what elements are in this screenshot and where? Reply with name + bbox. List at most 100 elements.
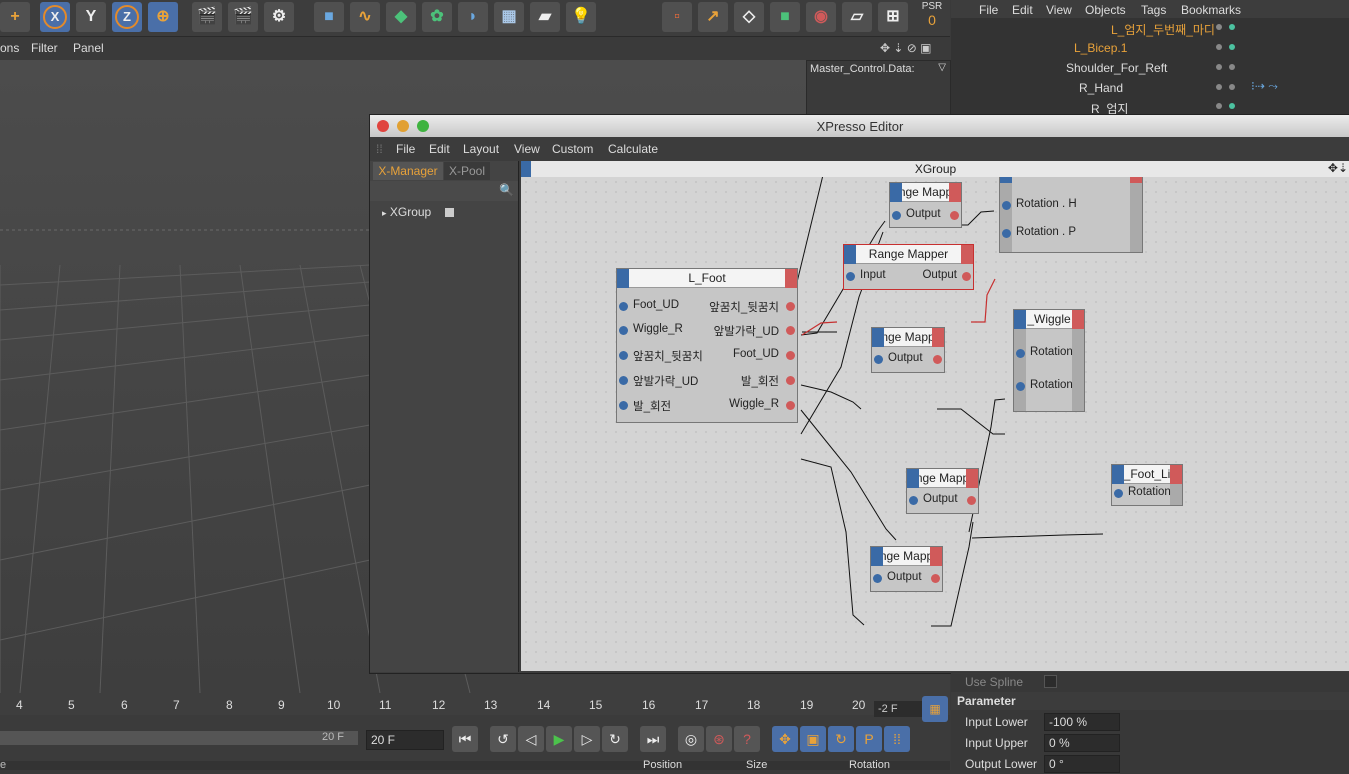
cube-icon[interactable]: ■: [314, 2, 344, 32]
render-dot[interactable]: [1229, 64, 1235, 70]
move-tool-icon[interactable]: +: [0, 2, 30, 32]
obj-menu-file[interactable]: File: [979, 3, 998, 17]
axis-z-button[interactable]: Z: [112, 2, 142, 32]
node-wiggle[interactable]: _Wiggle Rotation Rotation: [1013, 309, 1085, 412]
object-row[interactable]: R_Hand ⁝⇢ ⤳: [951, 78, 1349, 98]
record-keys-icon[interactable]: ◎: [678, 726, 704, 752]
input-port-dot[interactable]: [846, 272, 855, 281]
texture-mode-icon[interactable]: ◉: [806, 2, 836, 32]
input-port-dot[interactable]: [619, 376, 628, 385]
viewport-menu-panel[interactable]: Panel: [73, 41, 104, 55]
object-row[interactable]: Shoulder_For_Reft: [951, 58, 1349, 78]
tab-x-pool[interactable]: X-Pool: [444, 162, 490, 180]
current-frame-field[interactable]: -2 F: [874, 701, 922, 717]
output-port-dot[interactable]: [967, 496, 976, 505]
node-range-mapper[interactable]: nge Mapp Output: [871, 327, 945, 373]
xp-menu-file[interactable]: File: [396, 142, 415, 156]
use-spline-checkbox[interactable]: [1044, 675, 1057, 688]
input-port-dot[interactable]: [1114, 489, 1123, 498]
output-lower-field[interactable]: 0 °: [1044, 755, 1120, 773]
node-range-mapper[interactable]: nge Mapp Output: [889, 182, 962, 228]
render-dot[interactable]: [1229, 24, 1235, 30]
obj-menu-objects[interactable]: Objects: [1085, 3, 1126, 17]
expand-arrow-icon[interactable]: ▸: [382, 208, 387, 218]
object-row[interactable]: L_Bicep.1: [951, 38, 1349, 58]
tab-x-manager[interactable]: X-Manager: [373, 162, 443, 180]
spline-icon[interactable]: ∿: [350, 2, 380, 32]
visibility-dot[interactable]: [1216, 64, 1222, 70]
key-position-icon[interactable]: ✥: [772, 726, 798, 752]
object-mode-icon[interactable]: ■: [770, 2, 800, 32]
output-port-dot[interactable]: [931, 574, 940, 583]
render-settings-icon[interactable]: ⚙: [264, 2, 294, 32]
output-port-dot[interactable]: [950, 211, 959, 220]
axis-x-button[interactable]: X: [40, 2, 70, 32]
input-lower-field[interactable]: -100 %: [1044, 713, 1120, 731]
xp-menu-calculate[interactable]: Calculate: [608, 142, 658, 156]
key-rotation-icon[interactable]: ↻: [828, 726, 854, 752]
input-port-dot[interactable]: [1002, 229, 1011, 238]
input-port-dot[interactable]: [619, 401, 628, 410]
prev-frame-icon[interactable]: ◁: [518, 726, 544, 752]
xp-menu-custom[interactable]: Custom: [552, 142, 593, 156]
node-l-foot[interactable]: L_Foot Foot_UD Wiggle_R 앞꿈치_뒷꿈치 앞발가락_UD …: [616, 268, 798, 423]
viewport-menu-options[interactable]: ons: [0, 41, 19, 55]
dropdown-icon[interactable]: ▽: [938, 62, 946, 73]
node-range-mapper[interactable]: nge Mapp Output: [870, 546, 943, 592]
obj-menu-bookmarks[interactable]: Bookmarks: [1181, 3, 1241, 17]
tree-item-xgroup[interactable]: ▸ XGroup: [382, 205, 454, 219]
key-pla-icon[interactable]: ⁞⁞: [884, 726, 910, 752]
tag-icons[interactable]: ⁝⇢ ⤳: [1251, 79, 1278, 94]
input-port-dot[interactable]: [1002, 201, 1011, 210]
xp-menu-view[interactable]: View: [514, 142, 540, 156]
render-dot[interactable]: [1229, 44, 1235, 50]
output-port-dot[interactable]: [933, 355, 942, 364]
input-port-dot[interactable]: [619, 302, 628, 311]
input-port-dot[interactable]: [873, 574, 882, 583]
next-frame-icon[interactable]: ▷: [574, 726, 600, 752]
render-picture-viewer-icon[interactable]: 🎬: [228, 2, 258, 32]
time-slider[interactable]: 20 F: [0, 731, 358, 745]
render-dot[interactable]: [1229, 103, 1235, 109]
input-port-dot[interactable]: [619, 326, 628, 335]
keyframe-selection-icon[interactable]: ?: [734, 726, 760, 752]
selection-tool-icon[interactable]: ▫: [662, 2, 692, 32]
node-foot-lift[interactable]: _Foot_Li Rotation: [1111, 464, 1183, 506]
key-parameter-icon[interactable]: P: [856, 726, 882, 752]
autokey-icon[interactable]: ⊛: [706, 726, 732, 752]
render-view-icon[interactable]: 🎬: [192, 2, 222, 32]
goto-end-icon[interactable]: ⏭: [640, 726, 666, 752]
render-dot[interactable]: [1229, 84, 1235, 90]
input-upper-field[interactable]: 0 %: [1044, 734, 1120, 752]
obj-menu-edit[interactable]: Edit: [1012, 3, 1033, 17]
floor-icon[interactable]: ▦: [494, 2, 524, 32]
output-port-dot[interactable]: [786, 302, 795, 311]
array-icon[interactable]: ✿: [422, 2, 452, 32]
input-port-dot[interactable]: [1016, 349, 1025, 358]
node-range-mapper-selected[interactable]: Range Mapper Input Output: [843, 244, 974, 290]
key-scale-icon[interactable]: ▣: [800, 726, 826, 752]
object-row[interactable]: L_엄지_두번째_마디: [951, 18, 1349, 38]
prev-key-icon[interactable]: ↺: [490, 726, 516, 752]
output-port-dot[interactable]: [786, 376, 795, 385]
output-port-dot[interactable]: [786, 351, 795, 360]
nurbs-icon[interactable]: ◆: [386, 2, 416, 32]
search-icon[interactable]: 🔍: [499, 183, 514, 197]
obj-menu-view[interactable]: View: [1046, 3, 1072, 17]
xp-menu-edit[interactable]: Edit: [429, 142, 450, 156]
play-icon[interactable]: ▶: [546, 726, 572, 752]
end-frame-field[interactable]: 20 F: [366, 730, 444, 750]
node-rotation-object[interactable]: Rotation . H Rotation . P: [999, 177, 1143, 253]
xp-menu-layout[interactable]: Layout: [463, 142, 499, 156]
workplane-icon[interactable]: ▱: [842, 2, 872, 32]
psr-indicator[interactable]: PSR 0: [918, 1, 946, 33]
goto-start-icon[interactable]: ⏮: [452, 726, 478, 752]
next-key-icon[interactable]: ↻: [602, 726, 628, 752]
visibility-dot[interactable]: [1216, 24, 1222, 30]
coordinate-system-icon[interactable]: ⊕: [148, 2, 178, 32]
input-port-dot[interactable]: [874, 355, 883, 364]
canvas-nav-icons[interactable]: ✥⇣: [1328, 161, 1348, 175]
film-icon[interactable]: ▦: [922, 696, 948, 722]
xpresso-title-bar[interactable]: XPresso Editor: [370, 115, 1349, 137]
light-icon[interactable]: 💡: [566, 2, 596, 32]
